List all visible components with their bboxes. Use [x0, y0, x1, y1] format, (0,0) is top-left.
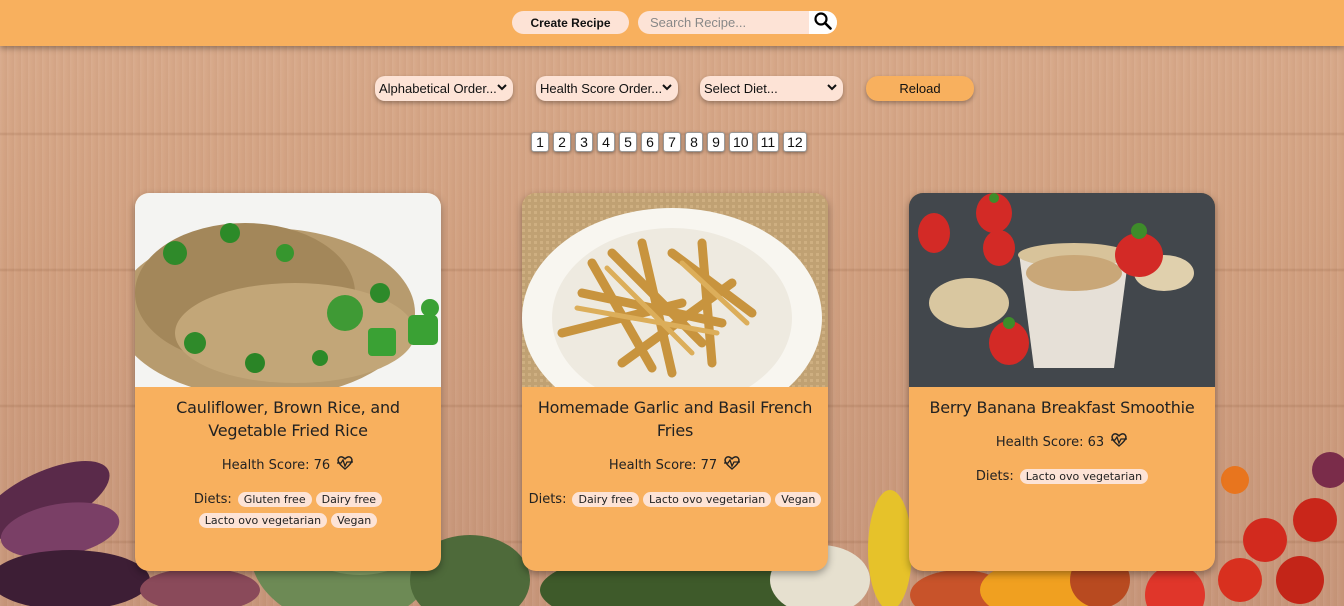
diet-chip: Lacto ovo vegetarian — [642, 492, 772, 507]
health-score-order-select[interactable]: Health Score Order... — [536, 76, 678, 101]
health-score: Health Score: 63 — [909, 432, 1215, 452]
diet-chip: Gluten free — [237, 492, 312, 507]
diet-select[interactable]: Select Diet... — [700, 76, 843, 101]
recipe-card[interactable]: Homemade Garlic and Basil French Fries H… — [522, 193, 828, 571]
diet-chip: Lacto ovo vegetarian — [198, 513, 328, 528]
recipe-image — [909, 193, 1215, 387]
page-button[interactable]: 4 — [597, 132, 615, 152]
recipe-card[interactable]: Berry Banana Breakfast Smoothie Health S… — [909, 193, 1215, 571]
health-score-label: Health Score: 63 — [995, 434, 1105, 450]
diet-chip: Lacto ovo vegetarian — [1019, 469, 1149, 484]
page-button[interactable]: 12 — [783, 132, 807, 152]
heartbeat-icon — [723, 455, 741, 475]
recipe-title: Homemade Garlic and Basil French Fries — [537, 398, 813, 440]
pagination: 1 2 3 4 5 6 7 8 9 10 11 12 — [531, 132, 807, 152]
health-score-label: Health Score: 77 — [608, 457, 718, 473]
search-icon — [814, 11, 832, 34]
diets-list: Diets: Gluten free Dairy free Lacto ovo … — [135, 492, 441, 528]
health-score-label: Health Score: 76 — [221, 457, 331, 473]
recipe-card[interactable]: Cauliflower, Brown Rice, and Vegetable F… — [135, 193, 441, 571]
page-button[interactable]: 6 — [641, 132, 659, 152]
page-button[interactable]: 3 — [575, 132, 593, 152]
recipe-title: Cauliflower, Brown Rice, and Vegetable F… — [176, 398, 400, 440]
create-recipe-button[interactable]: Create Recipe — [512, 11, 629, 34]
health-score-order-label: Health Score Order... — [540, 81, 663, 96]
page-button[interactable]: 9 — [707, 132, 725, 152]
page-button[interactable]: 2 — [553, 132, 571, 152]
page-button[interactable]: 10 — [729, 132, 753, 152]
heartbeat-icon — [1110, 432, 1128, 452]
heartbeat-icon — [336, 455, 354, 475]
diet-chip: Dairy free — [572, 492, 639, 507]
filter-controls: Alphabetical Order... Health Score Order… — [0, 76, 1344, 102]
diets-label: Diets: — [193, 492, 232, 507]
page-button[interactable]: 7 — [663, 132, 681, 152]
search-bar — [638, 11, 837, 34]
reload-button[interactable]: Reload — [866, 76, 974, 101]
top-navigation-bar: Create Recipe — [0, 0, 1344, 46]
diet-chip: Vegan — [775, 492, 822, 507]
search-input[interactable] — [638, 11, 808, 34]
alphabetical-order-label: Alphabetical Order... — [379, 81, 497, 96]
chevron-down-icon — [661, 81, 673, 96]
chevron-down-icon — [826, 81, 838, 96]
diets-label: Diets: — [528, 492, 567, 507]
health-score: Health Score: 76 — [135, 455, 441, 475]
chevron-down-icon — [496, 81, 508, 96]
page-button[interactable]: 5 — [619, 132, 637, 152]
search-button[interactable] — [809, 11, 837, 34]
health-score: Health Score: 77 — [522, 455, 828, 475]
alphabetical-order-select[interactable]: Alphabetical Order... — [375, 76, 513, 101]
recipe-title: Berry Banana Breakfast Smoothie — [929, 398, 1195, 417]
recipe-image — [135, 193, 441, 387]
diets-list: Diets: Lacto ovo vegetarian — [909, 469, 1215, 484]
page-button[interactable]: 11 — [756, 132, 780, 152]
page-button[interactable]: 1 — [531, 132, 549, 152]
diet-select-label: Select Diet... — [704, 81, 778, 96]
recipe-image — [522, 193, 828, 387]
diets-list: Diets: Dairy free Lacto ovo vegetarian V… — [522, 492, 828, 507]
diet-chip: Vegan — [331, 513, 378, 528]
diets-label: Diets: — [975, 469, 1014, 484]
diet-chip: Dairy free — [315, 492, 383, 507]
page-button[interactable]: 8 — [685, 132, 703, 152]
